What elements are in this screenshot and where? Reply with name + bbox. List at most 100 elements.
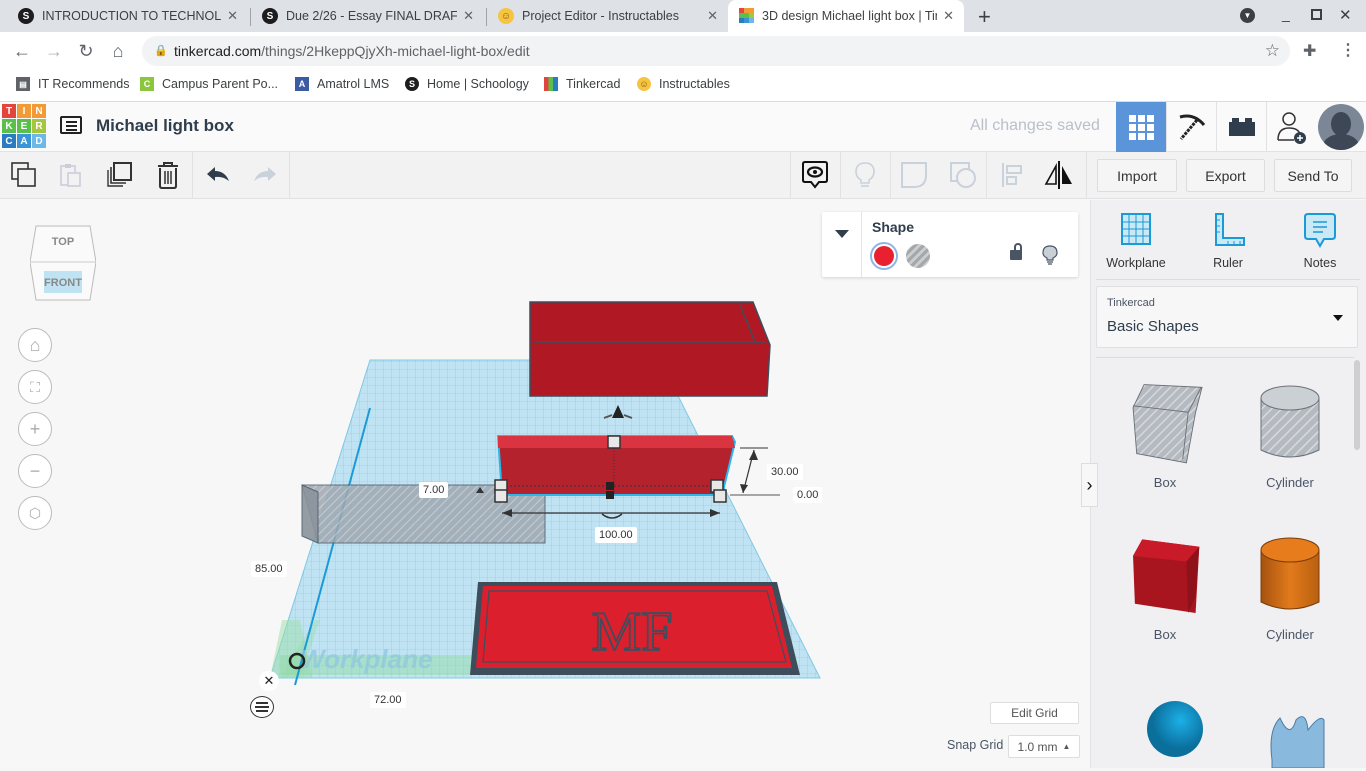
ungroup-icon xyxy=(950,162,976,188)
bookmark[interactable]: ▤ IT Recommends xyxy=(16,77,129,91)
import-button[interactable]: Import xyxy=(1097,159,1177,192)
shape-item-box-hole[interactable]: Box xyxy=(1115,380,1215,490)
light-button[interactable] xyxy=(850,160,880,190)
back-icon[interactable]: ← xyxy=(12,41,32,62)
browser-tab-bar: S INTRODUCTION TO TECHNOLOG ✕ S Due 2/26… xyxy=(0,0,1366,32)
bookmark[interactable]: C Campus Parent Po... xyxy=(140,77,278,91)
export-button[interactable]: Export xyxy=(1186,159,1265,192)
view-cube-front[interactable]: FRONT xyxy=(30,277,96,289)
shape-item-box[interactable]: Box xyxy=(1115,532,1215,642)
group-button[interactable] xyxy=(899,160,929,190)
paste-button[interactable] xyxy=(56,160,86,190)
mirror-button[interactable] xyxy=(1043,160,1073,190)
tab-search-icon[interactable]: ▼ xyxy=(1240,8,1255,23)
close-tab-icon[interactable]: ✕ xyxy=(227,8,238,24)
url-input[interactable]: 🔒 tinkercad.com/things/2HkeppQjyXh-micha… xyxy=(142,36,1290,66)
3d-scene[interactable]: Workplane MF xyxy=(240,290,840,710)
send-to-button[interactable]: Send To xyxy=(1274,159,1352,192)
edit-grid-button[interactable]: Edit Grid xyxy=(990,702,1079,724)
copy-button[interactable] xyxy=(9,160,39,190)
close-window-icon[interactable]: ✕ xyxy=(1339,6,1352,24)
close-tab-icon[interactable]: ✕ xyxy=(707,8,718,24)
campus-icon: C xyxy=(140,77,154,91)
ruler-menu-icon[interactable] xyxy=(250,696,274,718)
restore-icon[interactable] xyxy=(1311,9,1322,20)
ruler-tool[interactable]: Ruler xyxy=(1193,210,1263,270)
shape-item-sphere[interactable] xyxy=(1115,695,1215,768)
minecraft-button[interactable] xyxy=(1166,102,1216,152)
bricks-button[interactable] xyxy=(1216,102,1266,152)
browser-tab-active[interactable]: 3D design Michael light box | Tin ✕ xyxy=(728,0,964,32)
ruler-x-dimension[interactable]: 72.00 xyxy=(370,692,406,708)
close-tab-icon[interactable]: ✕ xyxy=(943,8,954,24)
workplane-tool[interactable]: Workplane xyxy=(1101,210,1171,270)
browser-tab[interactable]: S Due 2/26 - Essay FINAL DRAFT | ✕ xyxy=(252,0,484,32)
home-view-button[interactable]: ⌂ xyxy=(18,328,52,362)
elevation-dimension[interactable]: 0.00 xyxy=(793,487,823,503)
trash-icon xyxy=(158,162,178,189)
height-dimension[interactable]: 30.00 xyxy=(767,464,803,480)
center-handle[interactable] xyxy=(606,482,614,490)
reload-icon[interactable]: ↻ xyxy=(76,41,96,62)
lock-icon[interactable] xyxy=(1010,243,1022,260)
lightbulb-icon[interactable] xyxy=(1042,245,1058,265)
design-list-icon[interactable] xyxy=(60,116,82,134)
view-cube-top[interactable]: TOP xyxy=(30,236,96,248)
avatar[interactable] xyxy=(1318,104,1364,150)
height-handle[interactable] xyxy=(607,435,621,449)
collapse-panel-button[interactable]: › xyxy=(1081,463,1098,507)
shape-item-cylinder[interactable]: Cylinder xyxy=(1240,532,1340,642)
minimize-icon[interactable]: _ xyxy=(1282,6,1290,22)
invite-user-button[interactable] xyxy=(1266,102,1316,152)
undo-button[interactable] xyxy=(203,160,233,190)
bookmark[interactable]: A Amatrol LMS xyxy=(295,77,389,91)
shape-item-cylinder-hole[interactable]: Cylinder xyxy=(1240,380,1340,490)
browser-tab[interactable]: S INTRODUCTION TO TECHNOLOG ✕ xyxy=(8,0,248,32)
shape-item-scribble[interactable] xyxy=(1240,700,1340,771)
resize-handle[interactable] xyxy=(494,489,508,503)
collapse-inspector-button[interactable] xyxy=(822,212,862,277)
view-cube[interactable]: TOP FRONT xyxy=(30,224,96,302)
design-title[interactable]: Michael light box xyxy=(96,116,234,136)
center-handle[interactable] xyxy=(606,491,614,499)
align-button[interactable] xyxy=(997,160,1027,190)
ortho-view-button[interactable]: ⬡ xyxy=(18,496,52,530)
new-tab-button[interactable]: + xyxy=(978,4,991,30)
notes-tool[interactable]: Notes xyxy=(1285,210,1355,270)
bookmark-star-icon[interactable]: ☆ xyxy=(1265,36,1280,66)
duplicate-button[interactable] xyxy=(105,160,135,190)
zoom-in-button[interactable]: + xyxy=(18,412,52,446)
url-path: /things/2HkeppQjyXh-michael-light-box/ed… xyxy=(261,43,530,59)
snap-grid-select[interactable]: 1.0 mm ▲ xyxy=(1008,735,1080,758)
ungroup-button[interactable] xyxy=(948,160,978,190)
ruler-y-dimension[interactable]: 85.00 xyxy=(251,561,287,577)
solid-color-button[interactable] xyxy=(870,242,898,270)
forward-icon[interactable]: → xyxy=(44,41,64,62)
menu-icon[interactable]: ⋮ xyxy=(1340,40,1356,60)
logo-letter: N xyxy=(32,104,46,118)
close-ruler-icon[interactable]: ✕ xyxy=(259,671,279,691)
length-dimension[interactable]: 100.00 xyxy=(595,527,637,543)
bookmark[interactable]: ☺ Instructables xyxy=(637,77,730,91)
resize-handle[interactable] xyxy=(713,489,727,503)
browser-tab[interactable]: ☺ Project Editor - Instructables ✕ xyxy=(488,0,728,32)
tinkercad-logo[interactable]: TIN KER CAD xyxy=(2,104,46,148)
chevron-right-icon: › xyxy=(1086,474,1093,495)
hole-button[interactable] xyxy=(906,244,930,268)
bookmark[interactable]: S Home | Schoology xyxy=(405,77,529,91)
depth-dimension[interactable]: 7.00 xyxy=(419,482,449,498)
extensions-icon[interactable]: ✚ xyxy=(1303,41,1316,61)
shapes-scrollbar[interactable] xyxy=(1354,360,1360,450)
shape-library-select[interactable]: Tinkercad Basic Shapes xyxy=(1096,286,1358,348)
home-icon[interactable]: ⌂ xyxy=(108,41,128,62)
notes-toggle-button[interactable] xyxy=(800,160,830,190)
close-tab-icon[interactable]: ✕ xyxy=(463,8,474,24)
redo-button[interactable] xyxy=(250,160,280,190)
lid-box-shape[interactable] xyxy=(529,301,771,397)
3d-view-button[interactable] xyxy=(1116,102,1166,152)
fit-view-button[interactable]: ⛶ xyxy=(18,370,52,404)
paste-icon xyxy=(60,164,81,187)
zoom-out-button[interactable]: − xyxy=(18,454,52,488)
bookmark[interactable]: Tinkercad xyxy=(544,77,620,91)
delete-button[interactable] xyxy=(153,160,183,190)
